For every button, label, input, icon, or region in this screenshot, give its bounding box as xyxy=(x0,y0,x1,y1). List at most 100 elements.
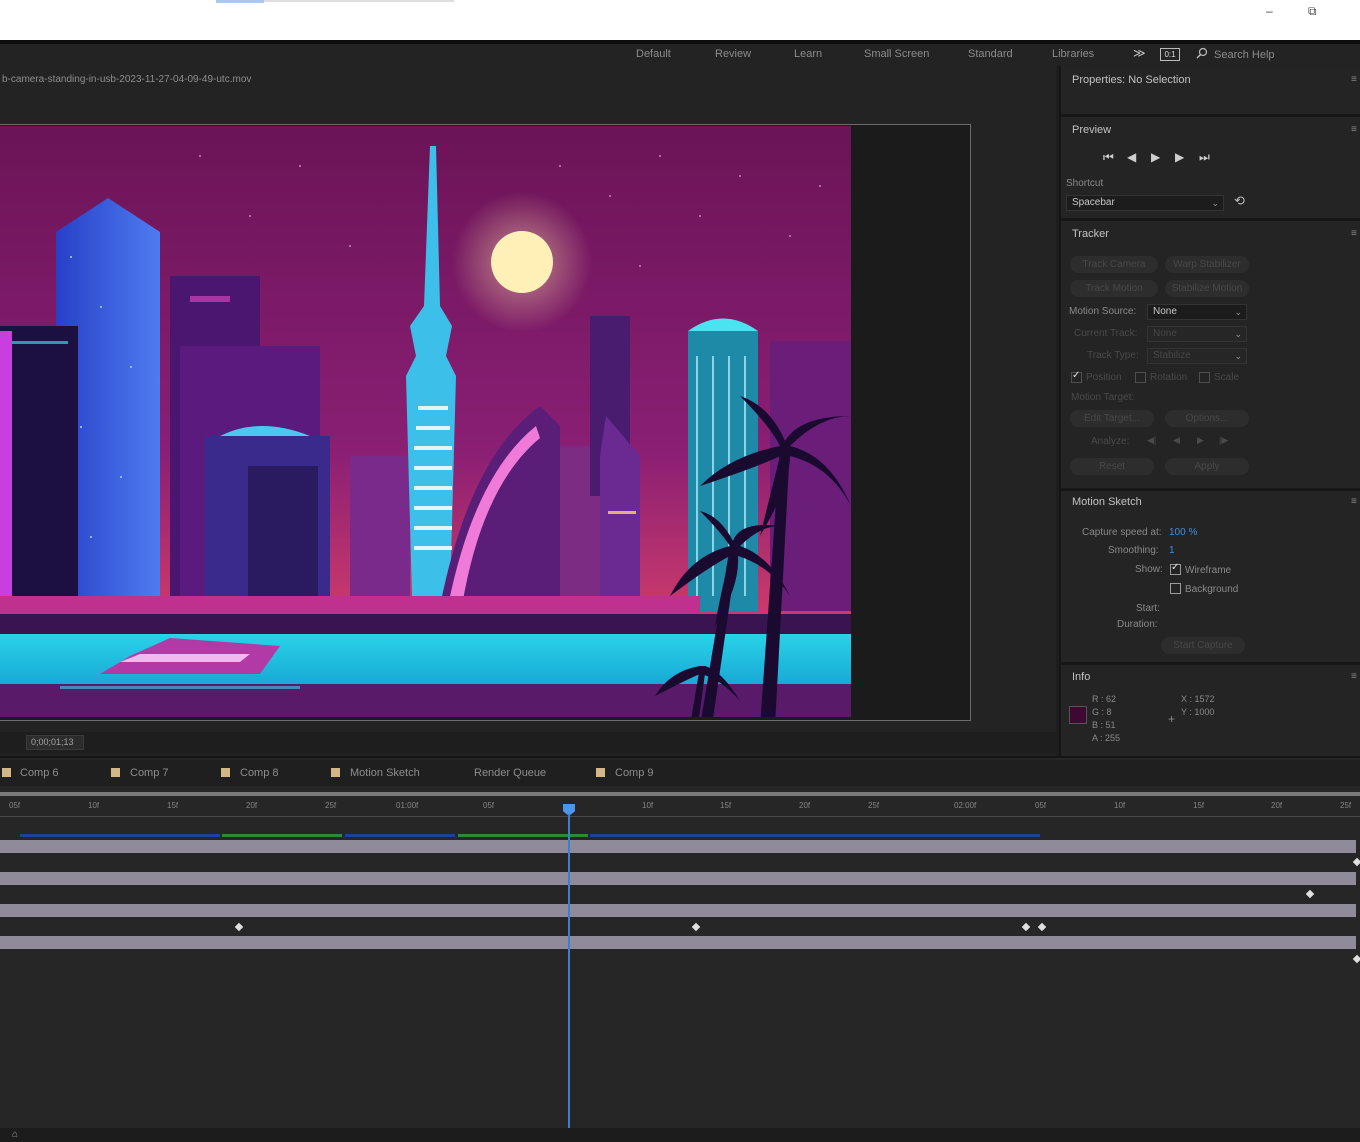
show-label: Show: xyxy=(1135,564,1163,575)
chevron-down-icon: ⌄ xyxy=(1234,307,1242,317)
options-button[interactable]: Options... xyxy=(1165,410,1249,427)
tab-comp-9[interactable]: Comp 9 xyxy=(615,767,654,779)
viewer-timecode[interactable]: 0;00;01;13 xyxy=(26,735,84,750)
reset-shortcut-icon[interactable]: ⟲ xyxy=(1234,193,1245,209)
workspace-review[interactable]: Review xyxy=(715,48,751,60)
window-tab-strip xyxy=(264,0,454,2)
keyframe[interactable] xyxy=(1352,954,1360,964)
time-ruler[interactable]: 05f 10f 15f 20f 25f 01:00f 05f 10f 15f 2… xyxy=(0,794,1360,818)
tab-motion-sketch[interactable]: Motion Sketch xyxy=(350,767,420,779)
minimize-icon[interactable]: – xyxy=(1266,4,1273,18)
keyframe[interactable] xyxy=(691,922,701,932)
apply-button[interactable]: Apply xyxy=(1165,458,1249,475)
rotation-label: Rotation xyxy=(1150,372,1188,383)
analyze-forward-icon[interactable]: |▶ xyxy=(1219,435,1228,446)
smoothing-value[interactable]: 1 xyxy=(1169,545,1175,556)
motion-source-dropdown[interactable]: None ⌄ xyxy=(1147,304,1247,320)
capture-speed-value[interactable]: 100 % xyxy=(1169,527,1197,538)
ruler-tick-label: 15f xyxy=(720,801,732,810)
rotation-checkbox[interactable] xyxy=(1135,372,1146,383)
ruler-tick-label: 01:00f xyxy=(396,801,419,810)
workspace-default[interactable]: Default xyxy=(636,48,671,60)
tab-comp-6[interactable]: Comp 6 xyxy=(20,767,59,779)
tab-comp-8[interactable]: Comp 8 xyxy=(240,767,279,779)
keyframe[interactable] xyxy=(234,922,244,932)
analyze-controls: ◀| ◀ ▶ |▶ xyxy=(1147,435,1237,447)
layer-duration-bar[interactable] xyxy=(0,840,1356,853)
search-icon[interactable] xyxy=(1196,47,1208,59)
more-workspaces-icon[interactable]: ≫ xyxy=(1133,46,1146,60)
viewer-source-title: b-camera-standing-in-usb-2023-11-27-04-0… xyxy=(2,74,252,85)
layer-duration-bar[interactable] xyxy=(0,904,1356,917)
workspace-learn[interactable]: Learn xyxy=(794,48,822,60)
track-type-dropdown[interactable]: Stabilize ⌄ xyxy=(1147,348,1247,364)
shortcut-dropdown[interactable]: Spacebar ⌄ xyxy=(1066,195,1224,211)
analyze-forward-frame-icon[interactable]: ▶ xyxy=(1197,435,1204,446)
analyze-back-icon[interactable]: ◀| xyxy=(1147,435,1156,446)
timeline-status-bar: ⌂ xyxy=(0,1128,1360,1142)
motion-target-label: Motion Target: xyxy=(1071,392,1135,403)
track-type-label: Track Type: xyxy=(1087,350,1139,361)
preview-panel-title: Preview xyxy=(1072,124,1112,136)
workspace-bar: Default Review Learn Small Screen Standa… xyxy=(0,44,1360,66)
scale-checkbox[interactable] xyxy=(1199,372,1210,383)
preview-transport: ⏮ ◀ ▶ ▶ ⏭ xyxy=(1103,150,1223,166)
warp-stabilizer-button[interactable]: Warp Stabilizer xyxy=(1165,256,1249,273)
start-capture-button[interactable]: Start Capture xyxy=(1161,637,1245,654)
track-type-value: Stabilize xyxy=(1153,350,1191,361)
active-window-tab[interactable] xyxy=(216,0,264,3)
playhead-line[interactable] xyxy=(568,814,570,1142)
tracker-menu-icon[interactable]: ≡ xyxy=(1351,228,1357,239)
reset-button[interactable]: Reset xyxy=(1070,458,1154,475)
ruler-tick-label: 25f xyxy=(1340,801,1352,810)
analyze-back-frame-icon[interactable]: ◀ xyxy=(1173,435,1180,446)
capture-speed-label: Capture speed at: xyxy=(1082,527,1162,538)
ruler-tick-label: 25f xyxy=(868,801,880,810)
timeline-panel[interactable]: Comp 6 Comp 7 Comp 8 Motion Sketch Rende… xyxy=(0,756,1360,1142)
preview-menu-icon[interactable]: ≡ xyxy=(1351,124,1357,135)
layer-duration-bar[interactable] xyxy=(0,936,1356,949)
track-motion-button[interactable]: Track Motion xyxy=(1070,280,1158,297)
first-frame-icon[interactable]: ⏮ xyxy=(1103,150,1114,165)
workspace-small-screen[interactable]: Small Screen xyxy=(864,48,929,60)
panel-divider xyxy=(1061,488,1360,491)
workspace-libraries[interactable]: Libraries xyxy=(1052,48,1094,60)
background-checkbox[interactable] xyxy=(1170,583,1181,594)
keyframe[interactable] xyxy=(1305,889,1315,899)
search-help-input[interactable] xyxy=(1214,46,1354,64)
ruler-tick-label: 15f xyxy=(167,801,179,810)
tab-comp-7[interactable]: Comp 7 xyxy=(130,767,169,779)
info-menu-icon[interactable]: ≡ xyxy=(1351,671,1357,682)
restore-icon[interactable]: ⧉ xyxy=(1308,4,1317,19)
keyframe[interactable] xyxy=(1352,857,1360,867)
ruler-tick-label: 15f xyxy=(1193,801,1205,810)
motion-source-label: Motion Source: xyxy=(1069,306,1137,317)
current-track-dropdown[interactable]: None ⌄ xyxy=(1147,326,1247,342)
previous-frame-icon[interactable]: ◀ xyxy=(1127,150,1136,164)
wireframe-checkbox[interactable] xyxy=(1170,562,1181,575)
workspace-standard[interactable]: Standard xyxy=(968,48,1013,60)
next-frame-icon[interactable]: ▶ xyxy=(1175,150,1184,164)
play-icon[interactable]: ▶ xyxy=(1151,150,1160,164)
motion-sketch-menu-icon[interactable]: ≡ xyxy=(1351,496,1357,507)
ruler-tick-label: 10f xyxy=(642,801,654,810)
ruler-tick-label: 20f xyxy=(799,801,811,810)
properties-panel-title: Properties: No Selection xyxy=(1072,74,1191,86)
toggle-switches-icon[interactable]: ⌂ xyxy=(12,1129,18,1140)
tab-render-queue[interactable]: Render Queue xyxy=(474,767,546,779)
layer-duration-bar[interactable] xyxy=(0,872,1356,885)
properties-menu-icon[interactable]: ≡ xyxy=(1351,74,1357,85)
workspace-badge[interactable]: 0:1 xyxy=(1160,48,1180,61)
keyframe[interactable] xyxy=(1037,922,1047,932)
info-panel-title: Info xyxy=(1072,671,1091,683)
last-frame-icon[interactable]: ⏭ xyxy=(1199,150,1210,165)
render-cache-bar xyxy=(345,834,455,837)
ruler-tick-label: 25f xyxy=(325,801,337,810)
ruler-tick-label: 20f xyxy=(246,801,258,810)
ruler-tick-label: 10f xyxy=(1114,801,1126,810)
position-checkbox[interactable] xyxy=(1071,370,1082,383)
stabilize-motion-button[interactable]: Stabilize Motion xyxy=(1165,280,1249,297)
track-camera-button[interactable]: Track Camera xyxy=(1070,256,1158,273)
keyframe[interactable] xyxy=(1021,922,1031,932)
edit-target-button[interactable]: Edit Target... xyxy=(1070,410,1154,427)
